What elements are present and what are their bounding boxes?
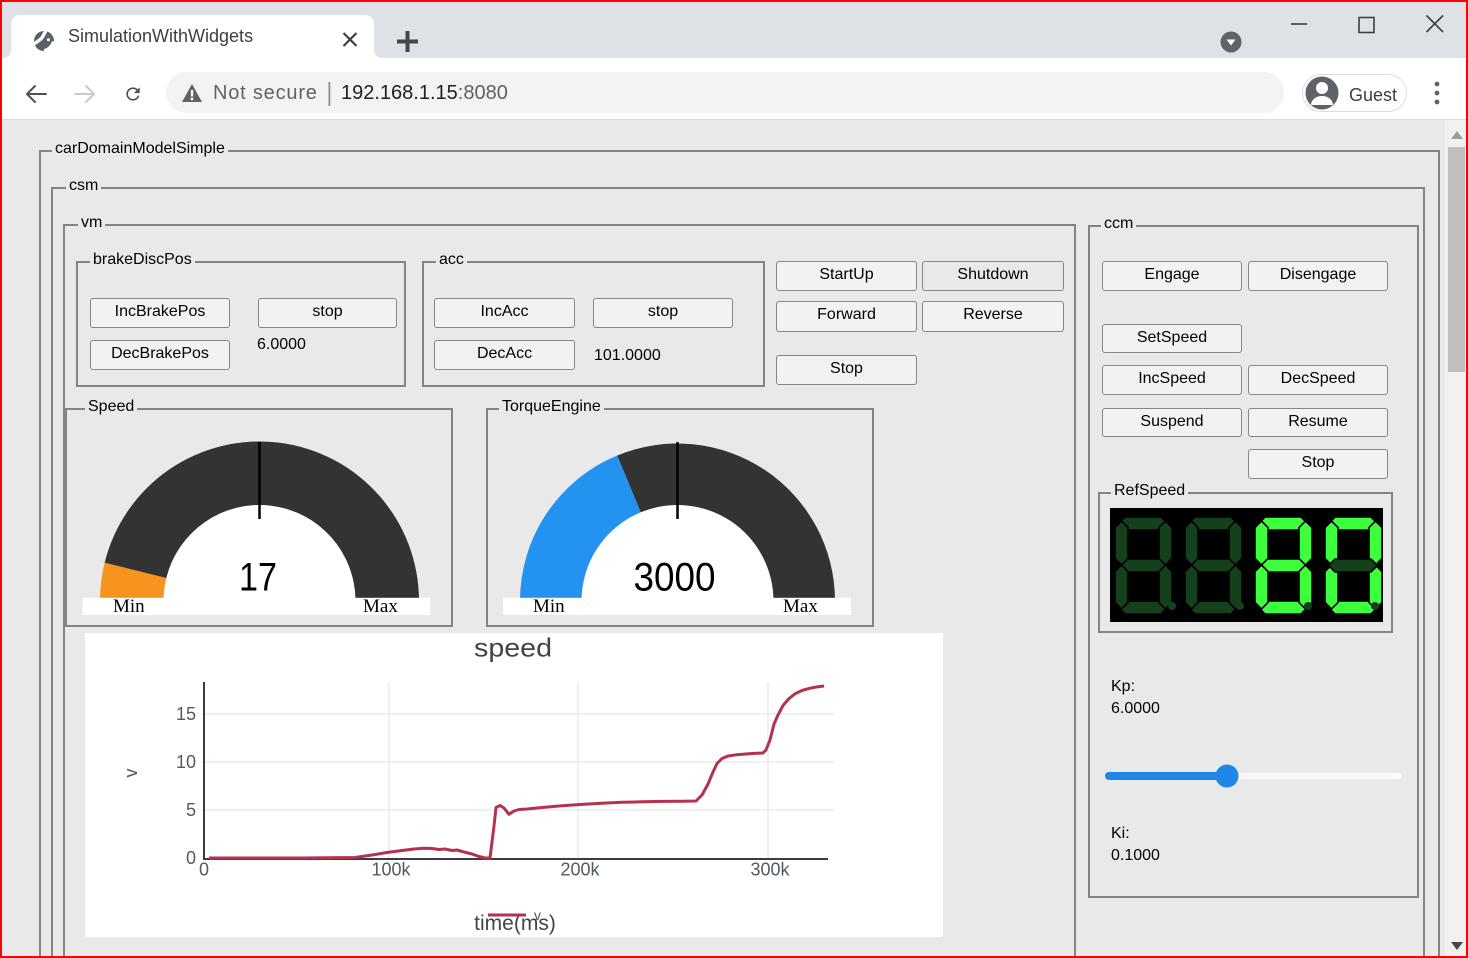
svg-text:17: 17	[239, 556, 277, 600]
svg-text:Max: Max	[363, 596, 398, 617]
svg-text:Min: Min	[533, 596, 565, 617]
svg-text:300k: 300k	[750, 860, 790, 880]
svg-text:v: v	[121, 769, 141, 778]
svg-text:0: 0	[186, 848, 196, 868]
svg-text:v: v	[534, 907, 541, 923]
svg-text:speed: speed	[474, 633, 552, 663]
svg-text:15: 15	[176, 704, 196, 724]
svg-text:200k: 200k	[560, 860, 600, 880]
svg-text:5: 5	[186, 800, 196, 820]
svg-text:3000: 3000	[634, 556, 716, 600]
svg-text:100k: 100k	[371, 860, 411, 880]
svg-text:Min: Min	[113, 596, 145, 617]
svg-text:0: 0	[199, 860, 209, 880]
svg-text:Max: Max	[783, 596, 818, 617]
svg-text:10: 10	[176, 752, 196, 772]
